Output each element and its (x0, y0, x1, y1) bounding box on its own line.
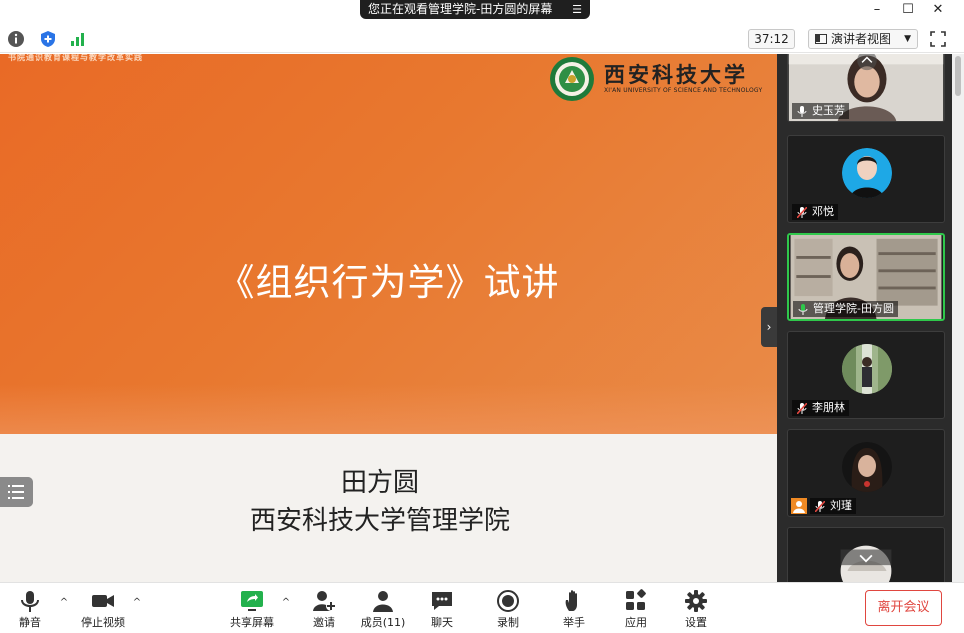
leave-meeting-button[interactable]: 离开会议 (865, 590, 942, 626)
slide-header-text: 书院通识教育课程与教学改革实践 (8, 54, 143, 62)
presenter-name: 田方圆 (340, 468, 419, 498)
stop-video-label: 停止视频 (81, 616, 125, 629)
fullscreen-icon[interactable] (928, 29, 948, 49)
mic-muted-icon (797, 207, 807, 218)
meeting-controls-bar: 静音 ^ 停止视频 ^ 共享屏幕 ^ 邀请 成员(11) 聊天 录制 举手 应用… (0, 582, 964, 633)
title-bar: 您正在观看管理学院-田方圆的屏幕 ☰ – ☐ ✕ (0, 0, 964, 22)
speaker-view-label: 演讲者视图 (831, 32, 892, 46)
university-name-en: XI'AN UNIVERSITY OF SCIENCE AND TECHNOLO… (604, 87, 763, 94)
shared-screen: 书院通识教育课程与教学改革实践 西安科技大学 XI'AN UNIVERSITY … (0, 54, 777, 582)
user-icon (791, 498, 807, 514)
signal-strength-icon[interactable] (68, 29, 88, 49)
mute-button[interactable]: 静音 (0, 583, 60, 633)
mute-label: 静音 (19, 616, 41, 629)
participant-avatar (842, 148, 892, 198)
participant-name-label: 史玉芳 (792, 103, 849, 119)
university-logo (550, 57, 594, 101)
record-icon (497, 590, 519, 612)
participant-tile[interactable]: 史玉芳 (787, 54, 945, 122)
participant-tile-active[interactable]: 管理学院-田方圆 (787, 233, 945, 321)
participants-button[interactable]: 成员(11) (353, 583, 413, 633)
info-icon[interactable] (6, 29, 26, 49)
chat-label: 聊天 (431, 616, 453, 629)
minimize-button[interactable]: – (862, 0, 892, 20)
participant-name-label: 管理学院-田方圆 (793, 301, 898, 317)
share-screen-icon (241, 591, 263, 611)
security-shield-icon[interactable] (38, 29, 58, 49)
record-label: 录制 (497, 616, 519, 629)
apps-label: 应用 (625, 616, 647, 629)
close-button[interactable]: ✕ (923, 0, 953, 20)
raise-hand-label: 举手 (563, 616, 585, 629)
chat-button[interactable]: 聊天 (412, 583, 472, 633)
chevron-down-icon: ▼ (904, 34, 911, 44)
invite-label: 邀请 (313, 616, 335, 629)
invite-button[interactable]: 邀请 (294, 583, 354, 633)
participant-video (788, 528, 944, 582)
slide-fade (0, 384, 777, 434)
participant-tile[interactable] (787, 527, 945, 582)
gallery-scrollbar[interactable] (952, 54, 964, 582)
slide-title: 《组织行为学》试讲 (217, 261, 560, 304)
apps-grid-icon (626, 589, 646, 610)
add-user-icon (313, 591, 336, 611)
microphone-icon (797, 106, 807, 117)
participants-icon (373, 591, 393, 612)
presenter-organization: 西安科技大学管理学院 (249, 506, 510, 536)
audio-options-caret[interactable]: ^ (58, 597, 70, 609)
record-button[interactable]: 录制 (478, 583, 538, 633)
outline-list-icon[interactable] (0, 477, 33, 507)
viewing-screen-text: 您正在观看管理学院-田方圆的屏幕 (368, 2, 553, 16)
participants-label: 成员(11) (360, 616, 406, 629)
mic-muted-icon (815, 501, 825, 512)
participant-name: 史玉芳 (812, 104, 845, 117)
participant-tile[interactable]: 刘瑾 (787, 429, 945, 517)
collapse-panel-button[interactable]: › (761, 307, 777, 347)
participant-name: 管理学院-田方圆 (813, 302, 894, 315)
share-screen-button[interactable]: 共享屏幕 (222, 583, 282, 633)
maximize-button[interactable]: ☐ (893, 0, 923, 20)
participant-avatar (842, 344, 892, 394)
gear-icon (685, 590, 707, 612)
participant-tile[interactable]: 邓悦 (787, 135, 945, 223)
scrollbar-thumb[interactable] (955, 56, 961, 96)
settings-button[interactable]: 设置 (666, 583, 726, 633)
share-options-caret[interactable]: ^ (280, 597, 292, 609)
participant-name: 刘瑾 (830, 499, 852, 512)
raise-hand-icon (565, 590, 577, 611)
share-screen-label: 共享屏幕 (230, 616, 274, 629)
participant-name-label: 邓悦 (792, 204, 838, 220)
video-camera-icon (92, 595, 114, 607)
video-options-caret[interactable]: ^ (131, 597, 143, 609)
participant-name: 李朋林 (812, 401, 845, 414)
meeting-toolbar: 37:12 演讲者视图 ▼ (0, 26, 964, 53)
participant-name-label: 李朋林 (792, 400, 849, 416)
raise-hand-button[interactable]: 举手 (544, 583, 604, 633)
participant-avatar (842, 442, 892, 492)
participant-name: 邓悦 (812, 205, 834, 218)
participant-name-label: 刘瑾 (810, 498, 856, 514)
microphone-active-icon (798, 304, 808, 315)
viewing-screen-banner[interactable]: 您正在观看管理学院-田方圆的屏幕 ☰ (360, 0, 590, 19)
stop-video-button[interactable]: 停止视频 (73, 583, 133, 633)
layout-icon (815, 34, 827, 44)
microphone-icon (21, 591, 39, 612)
slide-orange-section (0, 54, 777, 434)
settings-label: 设置 (685, 616, 707, 629)
meeting-timer: 37:12 (748, 29, 795, 49)
mic-muted-icon (797, 403, 807, 414)
participant-gallery: 史玉芳 邓悦 管理学院-田方圆 李朋林 刘瑾 (777, 54, 952, 582)
apps-button[interactable]: 应用 (606, 583, 666, 633)
banner-menu-icon[interactable]: ☰ (572, 0, 582, 19)
speaker-view-dropdown[interactable]: 演讲者视图 ▼ (808, 29, 918, 49)
university-name-cn: 西安科技大学 (604, 62, 748, 87)
participant-tile[interactable]: 李朋林 (787, 331, 945, 419)
chat-bubble-icon (432, 592, 452, 610)
